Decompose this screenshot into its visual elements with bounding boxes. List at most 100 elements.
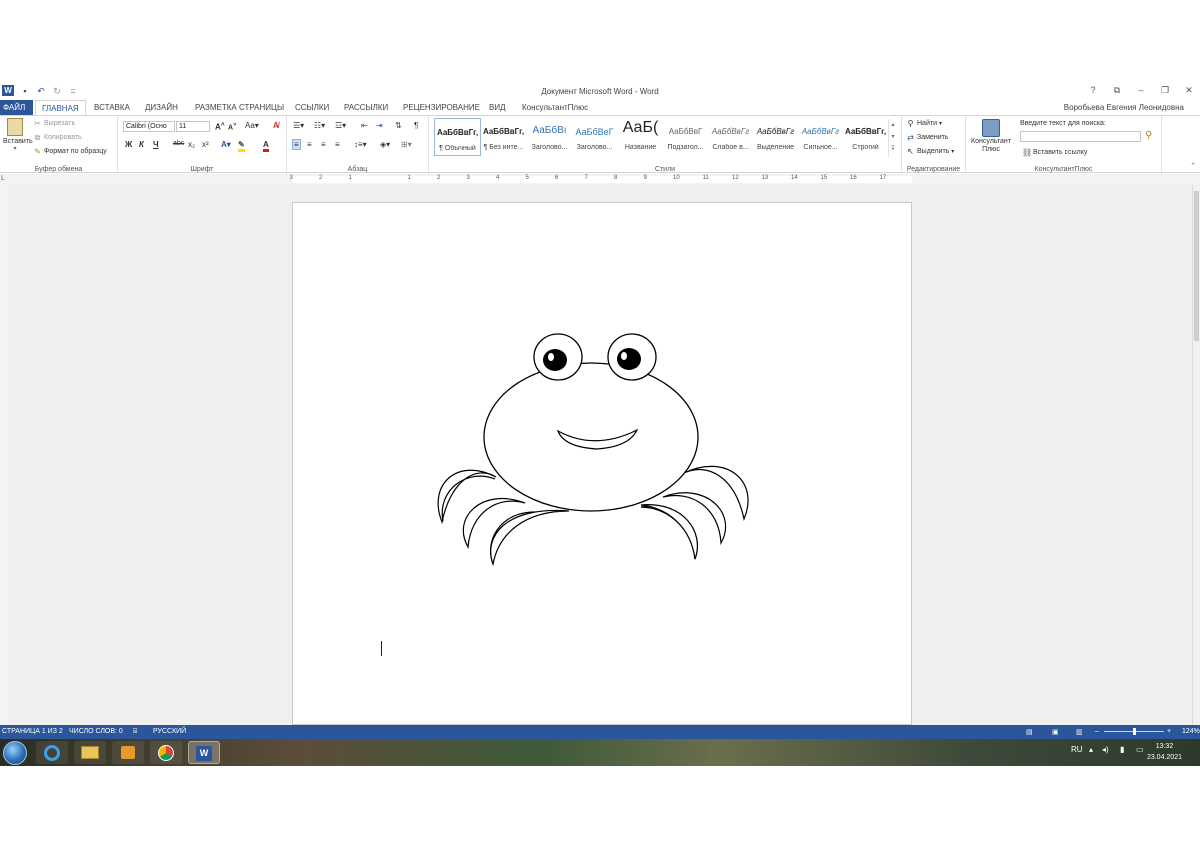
change-case-icon[interactable]: Aa▾	[245, 121, 259, 130]
shading-icon[interactable]: ◈▾	[380, 140, 390, 149]
strikethrough-button[interactable]: abc	[173, 140, 184, 147]
word-taskbar-icon[interactable]: W	[188, 741, 220, 764]
document-page[interactable]	[292, 202, 912, 725]
search-icon[interactable]: ⚲	[1145, 130, 1152, 141]
power-icon[interactable]: ▭	[1136, 745, 1144, 754]
superscript-button[interactable]: x²	[202, 140, 209, 149]
vertical-scrollbar[interactable]	[1192, 185, 1200, 725]
underline-button[interactable]: Ч	[153, 140, 159, 149]
style-strong[interactable]: АаБбВвГг, Строгий	[842, 118, 889, 156]
justify-icon[interactable]: ≡	[335, 140, 340, 149]
style-normal[interactable]: АаБбВвГг, ¶ Обычный	[434, 118, 481, 156]
chrome-taskbar-icon[interactable]	[150, 741, 182, 764]
font-color-icon[interactable]: A	[263, 140, 269, 152]
decrease-indent-icon[interactable]: ⇤	[361, 121, 368, 130]
proofing-icon[interactable]: ⌸	[133, 728, 137, 736]
shrink-font-icon[interactable]: A˅	[228, 122, 236, 131]
show-marks-icon[interactable]: ¶	[414, 121, 418, 130]
tab-mailings[interactable]: РАССЫЛКИ	[338, 100, 394, 115]
insert-link-button[interactable]: ⛓ Вставить ссылку	[1022, 148, 1087, 157]
style-emphasis[interactable]: АаБбВвГг Выделение	[752, 118, 799, 156]
consultant-button[interactable]: Консультант Плюс	[968, 119, 1014, 154]
subscript-button[interactable]: x₂	[188, 140, 195, 149]
cut-button[interactable]: ✂ Вырезать	[33, 119, 75, 128]
format-painter-button[interactable]: ✎ Формат по образцу	[33, 147, 107, 156]
font-size-field[interactable]: 11	[176, 121, 210, 132]
consultant-search-input[interactable]	[1020, 131, 1141, 142]
vertical-ruler[interactable]	[0, 185, 8, 725]
tab-home[interactable]: ГЛАВНАЯ	[35, 100, 86, 115]
find-button[interactable]: ⚲ Найти ▾	[906, 119, 942, 128]
paste-dropdown-icon[interactable]: ▾	[3, 145, 27, 152]
restore-icon[interactable]: ❐	[1158, 85, 1172, 96]
volume-icon[interactable]: ◂)	[1102, 745, 1109, 754]
tab-review[interactable]: РЕЦЕНЗИРОВАНИЕ	[397, 100, 486, 115]
copy-button[interactable]: ⧉ Копировать	[33, 133, 82, 142]
zoom-slider-thumb[interactable]	[1133, 728, 1136, 735]
scrollbar-thumb[interactable]	[1194, 191, 1199, 341]
network-icon[interactable]: ▮	[1120, 745, 1124, 754]
select-button[interactable]: ↖ Выделить ▾	[906, 147, 954, 156]
help-icon[interactable]: ?	[1086, 85, 1100, 96]
styles-scroll[interactable]: ▴ ▾ ⊽	[888, 119, 897, 157]
start-button-icon[interactable]	[3, 741, 27, 765]
clear-formatting-icon[interactable]: A̸	[273, 121, 279, 130]
close-icon[interactable]: ✕	[1182, 85, 1196, 96]
print-layout-icon[interactable]: ▣	[1052, 728, 1059, 736]
read-mode-icon[interactable]: ▤	[1026, 728, 1033, 736]
collapse-ribbon-icon[interactable]: ⌃	[1190, 162, 1196, 170]
tab-file[interactable]: ФАЙЛ	[0, 100, 33, 115]
windows-taskbar: W RU ▴ ◂) ▮ ▭ 13:32 23.04.2021	[0, 739, 1200, 766]
paste-button[interactable]: Вставить ▾	[3, 118, 33, 152]
user-name[interactable]: Воробьева Евгения Леонидовна	[1064, 103, 1184, 112]
style-heading-1[interactable]: АаБбВı Заголово...	[526, 118, 573, 156]
web-layout-icon[interactable]: ▥	[1076, 728, 1083, 736]
style-subtle-emphasis[interactable]: АаБбВвГг Слабое в...	[707, 118, 754, 156]
align-center-icon[interactable]: ≡	[307, 140, 312, 149]
font-name-field[interactable]: Calibri (Осно	[123, 121, 175, 132]
borders-icon[interactable]: ⊞▾	[401, 140, 412, 149]
sort-icon[interactable]: ⇅	[395, 121, 402, 130]
tab-view[interactable]: ВИД	[483, 100, 512, 115]
page-count[interactable]: СТРАНИЦА 1 ИЗ 2	[2, 728, 63, 735]
style-no-spacing[interactable]: АаБбВвГг, ¶ Без инте...	[480, 118, 527, 156]
bullets-icon[interactable]: ☰▾	[293, 121, 304, 130]
align-right-icon[interactable]: ≡	[321, 140, 326, 149]
input-language[interactable]: RU	[1071, 745, 1083, 754]
style-intense-emphasis[interactable]: АаБбВвГг Сильное...	[797, 118, 844, 156]
highlight-icon[interactable]: ✎	[238, 140, 245, 152]
tab-insert[interactable]: ВСТАВКА	[88, 100, 136, 115]
tray-expand-icon[interactable]: ▴	[1089, 745, 1093, 754]
word-count[interactable]: ЧИСЛО СЛОВ: 0	[69, 728, 123, 735]
ribbon-display-icon[interactable]: ⧉	[1110, 85, 1124, 96]
style-subtitle[interactable]: АаБбВвГ Подзагол...	[662, 118, 709, 156]
increase-indent-icon[interactable]: ⇥	[376, 121, 383, 130]
multilevel-list-icon[interactable]: ☲▾	[335, 121, 346, 130]
bold-button[interactable]: Ж	[125, 140, 132, 149]
line-spacing-icon[interactable]: ↕≡▾	[354, 140, 367, 149]
grow-font-icon[interactable]: A˄	[215, 121, 225, 132]
tab-design[interactable]: ДИЗАЙН	[139, 100, 184, 115]
numbering-icon[interactable]: ☷▾	[314, 121, 325, 130]
minimize-icon[interactable]: –	[1134, 85, 1148, 96]
explorer-taskbar-icon[interactable]	[74, 741, 106, 764]
tab-layout[interactable]: РАЗМЕТКА СТРАНИЦЫ	[189, 100, 290, 115]
zoom-in-icon[interactable]: +	[1167, 728, 1171, 735]
text-effects-icon[interactable]: A▾	[221, 140, 231, 149]
style-title[interactable]: АаБ(Название	[617, 118, 664, 156]
replace-button[interactable]: ⇄ Заменить	[906, 133, 948, 142]
media-player-taskbar-icon[interactable]	[112, 741, 144, 764]
style-heading-2[interactable]: АаБбВеГ Заголово...	[571, 118, 618, 156]
horizontal-ruler[interactable]: L 3 2 1 1 2 3 4 5 6 7 8 9 10 11 12 13 14 15 16 17	[0, 174, 1200, 185]
crab-drawing[interactable]	[433, 329, 753, 574]
zoom-level[interactable]: 124%	[1182, 728, 1200, 735]
zoom-out-icon[interactable]: –	[1095, 728, 1099, 735]
tab-selector-icon[interactable]: L	[1, 175, 5, 182]
align-left-icon[interactable]: ≡	[292, 139, 301, 150]
language[interactable]: РУССКИЙ	[153, 728, 186, 735]
system-clock[interactable]: 13:32 23.04.2021	[1147, 741, 1182, 763]
ie-taskbar-icon[interactable]	[36, 741, 68, 764]
tab-references[interactable]: ССЫЛКИ	[289, 100, 335, 115]
italic-button[interactable]: К	[139, 140, 144, 149]
tab-consultant[interactable]: КонсультантПлюс	[516, 100, 594, 115]
